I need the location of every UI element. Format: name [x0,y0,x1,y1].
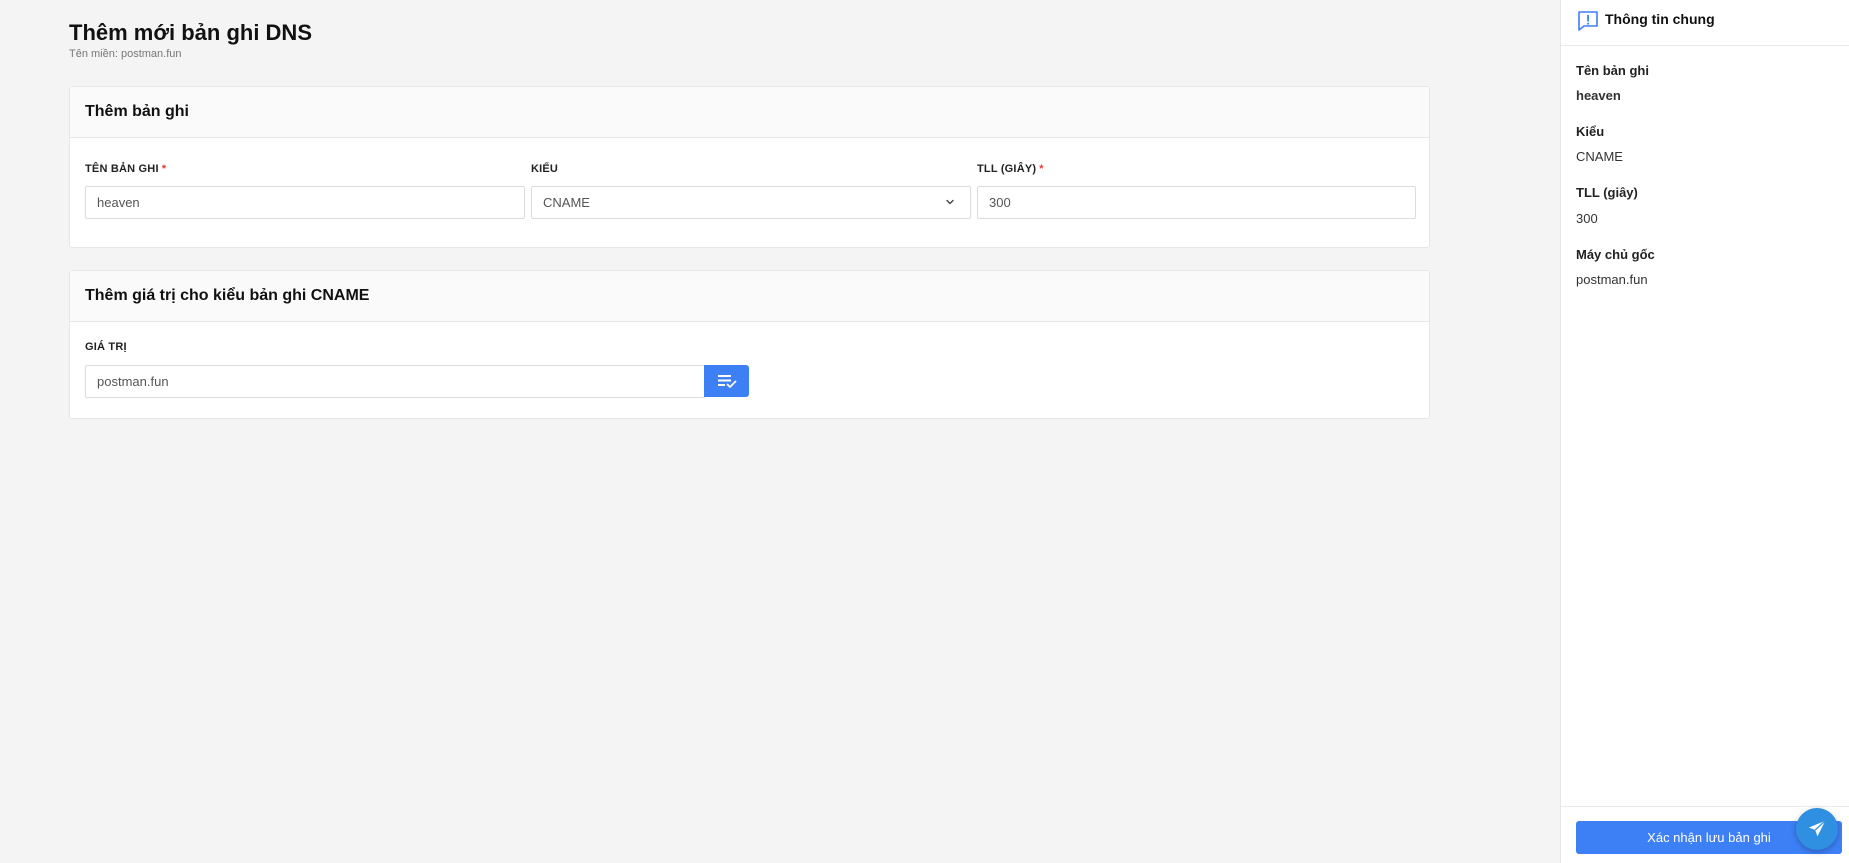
record-card: Thêm bản ghi TÊN BẢN GHI * heaven KIỂU CN… [69,86,1430,248]
record-type-value: CNAME [543,195,590,210]
record-card-title: Thêm bản ghi [70,87,1429,138]
record-name-input[interactable]: heaven [85,186,525,219]
info-sidebar: Thông tin chung Tên bản ghi heaven Kiểu … [1560,0,1849,863]
info-bubble-icon [1578,11,1598,31]
info-value-record-name: heaven [1576,88,1621,103]
record-name-value: heaven [97,195,140,210]
sidebar-header: Thông tin chung [1561,0,1849,46]
main-content: Thêm mới bản ghi DNS Tên miền: postman.f… [0,0,1560,863]
info-label-ttl: TLL (giây) [1576,185,1638,200]
required-mark: * [161,163,167,175]
ttl-value: 300 [989,195,1011,210]
info-value-type: CNAME [1576,149,1623,164]
record-name-label-text: TÊN BẢN GHI [85,163,159,175]
record-type-select[interactable]: CNAME [531,186,971,219]
record-name-label: TÊN BẢN GHI * [85,163,166,175]
sidebar-title: Thông tin chung [1605,11,1715,27]
info-value-origin: postman.fun [1576,272,1648,287]
record-type-label: KIỂU [531,163,559,175]
page-title: Thêm mới bản ghi DNS [69,20,312,45]
value-card-title: Thêm giá trị cho kiểu bản ghi CNAME [70,271,1429,322]
value-label: GIÁ TRỊ [85,341,127,353]
list-check-icon [717,375,736,388]
info-label-type: Kiểu [1576,124,1605,139]
info-label-record-name: Tên bản ghi [1576,63,1649,78]
value-input[interactable]: postman.fun [85,365,705,398]
send-plane-icon [1808,820,1826,837]
info-label-origin: Máy chủ gốc [1576,247,1655,262]
ttl-input[interactable]: 300 [977,186,1416,219]
ttl-label: TLL (GIÂY) * [977,163,1044,175]
info-value-ttl: 300 [1576,211,1598,226]
required-mark: * [1039,163,1044,175]
send-fab-button[interactable] [1796,808,1838,850]
page-subtitle: Tên miền: postman.fun [69,48,182,60]
value-card: Thêm giá trị cho kiểu bản ghi CNAME GIÁ … [69,270,1430,419]
ttl-label-text: TLL (GIÂY) [977,163,1037,175]
chevron-down-icon [946,199,954,205]
value-input-text: postman.fun [97,374,169,389]
value-list-button[interactable] [704,365,749,397]
